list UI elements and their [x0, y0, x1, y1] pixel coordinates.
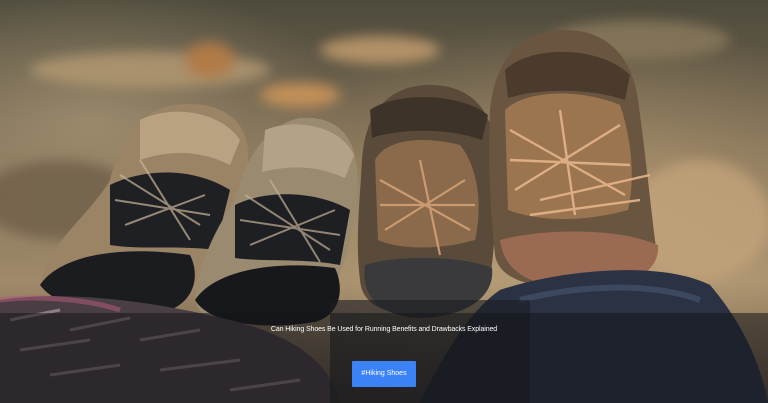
category-label: Hiking Shoes — [365, 370, 407, 377]
category-tag-button[interactable]: #Hiking Shoes — [352, 361, 416, 387]
hero-section: Can Hiking Shoes Be Used for Running Ben… — [0, 0, 768, 403]
article-title[interactable]: Can Hiking Shoes Be Used for Running Ben… — [0, 325, 768, 335]
boot-right-1 — [357, 84, 496, 318]
